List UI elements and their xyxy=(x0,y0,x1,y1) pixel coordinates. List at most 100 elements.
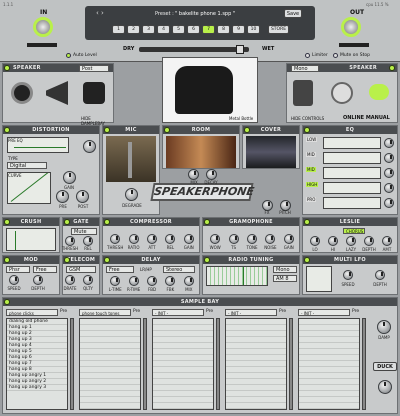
mic-image[interactable] xyxy=(106,136,156,182)
eq-band-graph[interactable] xyxy=(323,152,381,164)
eq-band-knob[interactable] xyxy=(384,168,394,178)
distortion-curve-graph[interactable]: CURVE xyxy=(7,172,51,204)
eq-band-graph[interactable] xyxy=(323,137,381,149)
multilfo-power[interactable] xyxy=(304,257,310,263)
samplebay-scrollbar[interactable] xyxy=(362,318,366,410)
speaker-icon-guitar-amp[interactable] xyxy=(83,82,105,104)
mod-speed-knob[interactable] xyxy=(9,275,19,285)
leslie-power[interactable] xyxy=(304,219,310,225)
preset-slot-8[interactable]: 8 xyxy=(217,25,230,34)
room-power[interactable] xyxy=(164,127,170,133)
crush-graph[interactable] xyxy=(6,228,56,251)
gramophone-power[interactable] xyxy=(204,219,210,225)
delay-knob-fbk[interactable] xyxy=(165,276,176,286)
distortion-pre-eq-graph[interactable]: PRE EQ xyxy=(7,137,69,153)
samplebay-list[interactable] xyxy=(152,318,214,410)
distortion-power[interactable] xyxy=(4,127,10,133)
preset-name[interactable]: " bakelite phone 1.spp " xyxy=(175,11,235,17)
samplebay-mode[interactable]: Pre xyxy=(133,309,140,314)
radio-band-select[interactable]: AM 8 xyxy=(273,275,297,282)
leslie-knob-amt[interactable] xyxy=(382,236,392,246)
leslie-knob-lo[interactable] xyxy=(310,236,320,246)
speaker-icon-phone[interactable] xyxy=(369,84,389,100)
compressor-knob-rel[interactable] xyxy=(165,234,176,244)
sample-list-item[interactable] xyxy=(299,403,359,409)
samplebay-scrollbar[interactable] xyxy=(289,318,293,410)
delay-knob-fbd[interactable] xyxy=(147,276,157,286)
speaker-right-mode[interactable]: Mono xyxy=(291,65,319,72)
dry-wet-handle[interactable] xyxy=(236,45,244,54)
samplebay-list[interactable] xyxy=(225,318,287,410)
compressor-knob-thresh[interactable] xyxy=(110,234,121,244)
telecom-mode-select[interactable]: GSM xyxy=(66,266,96,273)
samplebay-mode[interactable]: Pre xyxy=(352,309,359,314)
auto-level-led[interactable] xyxy=(66,53,71,58)
mic-power[interactable] xyxy=(104,127,110,133)
samplebay-select[interactable]: phone clicks xyxy=(6,309,58,316)
damp-knob[interactable] xyxy=(377,320,391,334)
eq-band-graph[interactable] xyxy=(323,182,381,194)
multilfo-graph[interactable] xyxy=(306,266,332,292)
samplebay-select[interactable]: - INIT - xyxy=(225,309,277,316)
mod-mode-select[interactable]: Phsr xyxy=(6,266,30,273)
delay-mode-select[interactable]: Free xyxy=(106,266,134,273)
samplebay-list[interactable]: dialing old phone hang up 1 hang up 2 hang … xyxy=(6,318,68,410)
distortion-type-select[interactable]: Digital xyxy=(7,162,47,169)
radio-power[interactable] xyxy=(204,257,210,263)
preset-slot-3[interactable]: 3 xyxy=(142,25,155,34)
preset-slot-1[interactable]: 1 xyxy=(112,25,125,34)
gramophone-knob-wow[interactable] xyxy=(210,234,221,244)
speaker-right-power[interactable] xyxy=(389,65,395,71)
eq-band-graph[interactable] xyxy=(323,197,381,209)
eq-band-knob[interactable] xyxy=(384,153,394,163)
multilfo-depth-knob[interactable] xyxy=(375,270,385,280)
sample-list-item[interactable] xyxy=(226,403,286,409)
sample-list-item[interactable]: hang up angry 3 xyxy=(7,385,67,391)
speaker-left-power[interactable] xyxy=(4,65,10,71)
output-level-knob[interactable] xyxy=(341,17,361,37)
mod-depth-knob[interactable] xyxy=(33,275,43,285)
samplebay-select[interactable]: phone touch tones xyxy=(79,309,131,316)
gramophone-knob-gain[interactable] xyxy=(283,234,294,244)
eq-band-knob[interactable] xyxy=(384,138,394,148)
store-button[interactable]: STORE xyxy=(268,25,289,34)
preset-slot-6[interactable]: 6 xyxy=(187,25,200,34)
speaker-icon-cup[interactable] xyxy=(331,82,353,104)
compressor-knob-ratio[interactable] xyxy=(128,234,139,244)
speaker-right-footer[interactable]: HIDE CONTROLS xyxy=(291,116,324,121)
crush-power[interactable] xyxy=(4,219,10,225)
samplebay-select[interactable]: - INIT - xyxy=(152,309,204,316)
gramophone-knob-ts[interactable] xyxy=(228,234,239,244)
leslie-knob-depth[interactable] xyxy=(364,236,374,246)
duck-button[interactable]: DUCK xyxy=(373,362,397,371)
distortion-freq-knob[interactable] xyxy=(83,140,96,153)
samplebay-scrollbar[interactable] xyxy=(216,318,220,410)
samplebay-scrollbar[interactable] xyxy=(70,318,74,410)
preset-slot-4[interactable]: 4 xyxy=(157,25,170,34)
compressor-knob-att[interactable] xyxy=(147,234,157,244)
input-level-knob[interactable] xyxy=(33,17,53,37)
radio-mode-select[interactable]: Mono xyxy=(273,266,297,273)
delay-power[interactable] xyxy=(104,257,110,263)
speaker-left-mode[interactable]: Post xyxy=(79,65,109,72)
multilfo-speed-knob[interactable] xyxy=(343,270,353,280)
samplebay-mode[interactable]: Pre xyxy=(206,309,213,314)
eq-band-graph[interactable] xyxy=(323,167,381,179)
telecom-drate-knob[interactable] xyxy=(65,275,75,285)
gate-rel-knob[interactable] xyxy=(83,236,93,246)
eq-band-knob[interactable] xyxy=(384,198,394,208)
mod-sync-select[interactable]: Free xyxy=(33,266,57,273)
delay-knob-mix[interactable] xyxy=(183,276,194,286)
room-mix-knob[interactable] xyxy=(188,169,199,180)
samplebay-power[interactable] xyxy=(4,299,10,305)
sample-list-item[interactable] xyxy=(80,403,140,409)
telecom-power[interactable] xyxy=(64,257,70,263)
preset-prev-icon[interactable]: ‹ › xyxy=(96,9,104,17)
preset-slot-10[interactable]: 10 xyxy=(247,25,260,34)
duck-knob[interactable] xyxy=(378,380,392,394)
preset-slot-7[interactable]: 7 xyxy=(202,25,215,34)
mod-power[interactable] xyxy=(4,257,10,263)
eq-power[interactable] xyxy=(304,127,310,133)
speaker-icon-radio[interactable] xyxy=(293,80,313,106)
leslie-knob-hi[interactable] xyxy=(328,236,338,246)
